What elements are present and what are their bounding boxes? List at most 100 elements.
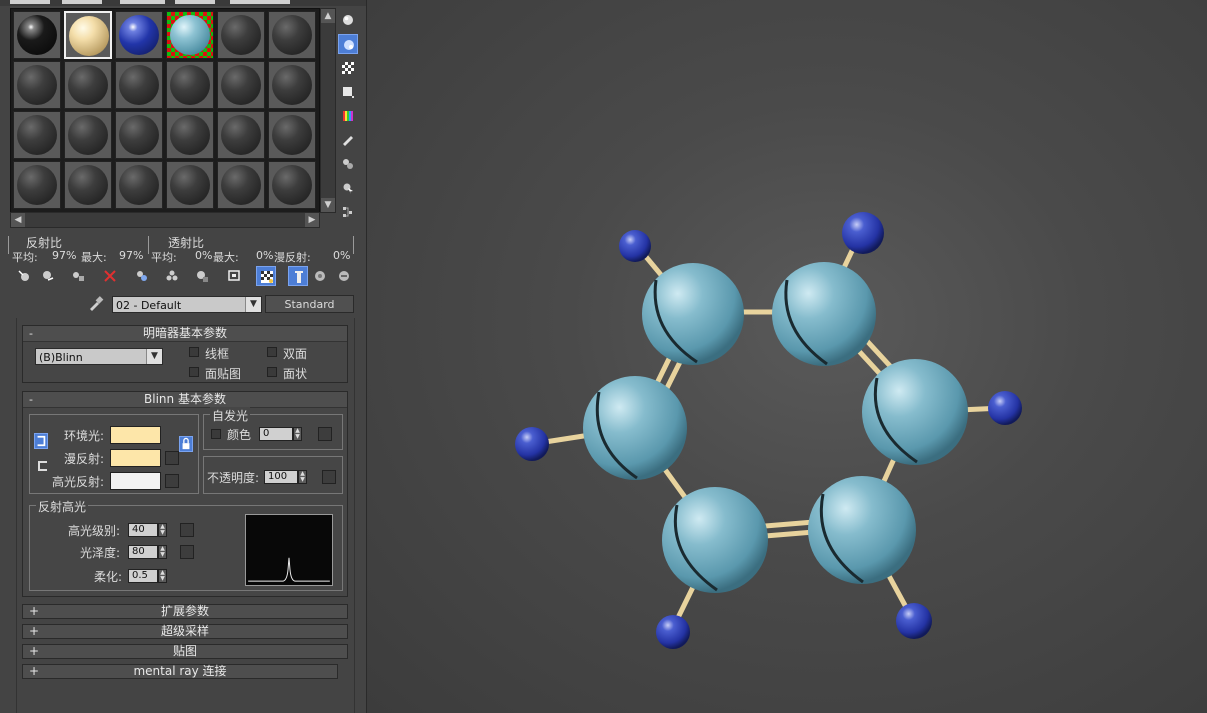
reset-icon[interactable]: [100, 266, 120, 286]
spinner-arrows-icon[interactable]: ▲ ▼: [293, 427, 302, 441]
specular-highlights-group: 反射高光 高光级别: 40 ▲ ▼ 光泽度: 80 ▲ ▼ 柔化: 0.5 ▲ ▼: [29, 498, 343, 591]
material-slot[interactable]: [268, 11, 316, 59]
material-slot[interactable]: [115, 11, 163, 59]
material-slot[interactable]: [166, 161, 214, 209]
self-illumination-group: 自发光 颜色 0 ▲ ▼: [203, 407, 343, 450]
options-icon[interactable]: [338, 154, 358, 174]
faceted-checkbox[interactable]: [267, 367, 277, 377]
material-slot[interactable]: [64, 11, 112, 59]
put-to-library-icon[interactable]: [192, 266, 212, 286]
specular-level-input[interactable]: 40: [128, 523, 158, 537]
viewport[interactable]: [367, 0, 1207, 713]
material-slot[interactable]: [268, 61, 316, 109]
material-slot[interactable]: [64, 111, 112, 159]
blinn-rollout-title: Blinn 基本参数: [144, 392, 226, 406]
material-slot[interactable]: [115, 161, 163, 209]
material-sample-sphere: [221, 115, 261, 155]
chevron-down-icon[interactable]: ▼: [245, 297, 261, 312]
eyedropper-icon[interactable]: [88, 295, 104, 311]
make-copy-icon[interactable]: [132, 266, 152, 286]
material-slot[interactable]: [13, 11, 61, 59]
material-slot[interactable]: [115, 61, 163, 109]
scroll-up-arrow-icon[interactable]: ▲: [321, 9, 335, 23]
soften-label: 柔化:: [94, 570, 123, 584]
video-color-icon[interactable]: [338, 106, 358, 126]
go-parent-icon[interactable]: [310, 266, 330, 286]
make-unique-icon[interactable]: [162, 266, 182, 286]
rollout-label: 超级采样: [160, 624, 209, 638]
blinn-rollout-header[interactable]: - Blinn 基本参数: [23, 392, 347, 408]
maps-rollout[interactable]: + 贴图: [22, 644, 348, 659]
spinner-arrows-icon[interactable]: ▲ ▼: [158, 523, 167, 537]
material-id-icon[interactable]: [224, 266, 244, 286]
two-sided-checkbox[interactable]: [267, 347, 277, 357]
diffuse-color-swatch[interactable]: [110, 449, 161, 467]
material-slot[interactable]: [115, 111, 163, 159]
self-illum-color-checkbox[interactable]: [211, 429, 221, 439]
glossiness-map-button[interactable]: [180, 545, 194, 559]
material-slot[interactable]: [217, 11, 265, 59]
specular-map-button[interactable]: [165, 474, 179, 488]
backlight-icon[interactable]: [338, 34, 358, 54]
face-map-checkbox[interactable]: [189, 367, 199, 377]
lock-diffuse-specular-icon[interactable]: [36, 459, 50, 473]
slots-horizontal-scrollbar[interactable]: ◀ ▶: [10, 212, 320, 228]
supersampling-rollout[interactable]: + 超级采样: [22, 624, 348, 639]
glossiness-input[interactable]: 80: [128, 545, 158, 559]
mental-ray-connection-rollout[interactable]: + mental ray 连接: [22, 664, 338, 679]
opacity-map-button[interactable]: [322, 470, 336, 484]
material-slot[interactable]: [217, 111, 265, 159]
specular-level-map-button[interactable]: [180, 523, 194, 537]
lock-ambient-diffuse-icon[interactable]: [34, 433, 48, 449]
scroll-down-arrow-icon[interactable]: ▼: [321, 198, 335, 212]
material-slot[interactable]: [166, 111, 214, 159]
material-slot[interactable]: [217, 61, 265, 109]
assign-material-icon[interactable]: [68, 266, 88, 286]
extended-params-rollout[interactable]: + 扩展参数: [22, 604, 348, 619]
slots-vertical-scrollbar[interactable]: ▲ ▼: [320, 8, 336, 213]
material-slot[interactable]: [166, 61, 214, 109]
shader-rollout-header[interactable]: - 明暗器基本参数: [23, 326, 347, 342]
hydrogen-atom: [896, 603, 932, 639]
spinner-arrows-icon[interactable]: ▲ ▼: [158, 569, 167, 583]
self-illum-map-button[interactable]: [318, 427, 332, 441]
scroll-left-arrow-icon[interactable]: ◀: [11, 213, 25, 227]
sample-type-icon[interactable]: [338, 10, 358, 30]
material-name-field[interactable]: 02 - Default ▼: [112, 296, 262, 313]
opacity-input[interactable]: 100: [264, 470, 298, 484]
select-by-material-icon[interactable]: [338, 178, 358, 198]
make-preview-icon[interactable]: [338, 130, 358, 150]
chevron-down-icon[interactable]: ▼: [146, 349, 162, 364]
shader-type-dropdown[interactable]: (B)Blinn ▼: [35, 348, 163, 365]
sample-uv-icon[interactable]: [338, 82, 358, 102]
spinner-arrows-icon[interactable]: ▲ ▼: [298, 470, 307, 484]
diffuse-map-button[interactable]: [165, 451, 179, 465]
material-slot[interactable]: [166, 11, 214, 59]
material-navigator-icon[interactable]: [338, 202, 358, 222]
show-end-result-icon[interactable]: [288, 266, 308, 286]
material-slot[interactable]: [217, 161, 265, 209]
material-type-button[interactable]: Standard: [265, 295, 354, 313]
show-map-icon[interactable]: [256, 266, 276, 286]
go-sibling-icon[interactable]: [334, 266, 354, 286]
material-slot[interactable]: [268, 111, 316, 159]
put-to-scene-icon[interactable]: [38, 266, 58, 286]
get-material-icon[interactable]: [14, 266, 34, 286]
blinn-basic-params-rollout: - Blinn 基本参数 环境光: 漫反射: 高光反射: 自发光 颜色 0 ▲ …: [22, 391, 348, 597]
opacity-group: 不透明度: 100 ▲ ▼: [203, 456, 343, 494]
soften-input[interactable]: 0.5: [128, 569, 158, 583]
material-slot[interactable]: [268, 161, 316, 209]
spinner-arrows-icon[interactable]: ▲ ▼: [158, 545, 167, 559]
material-slot[interactable]: [64, 161, 112, 209]
scroll-right-arrow-icon[interactable]: ▶: [305, 213, 319, 227]
material-slot[interactable]: [64, 61, 112, 109]
material-slot[interactable]: [13, 61, 61, 109]
self-illum-input[interactable]: 0: [259, 427, 293, 441]
wire-checkbox[interactable]: [189, 347, 199, 357]
material-slot[interactable]: [13, 161, 61, 209]
material-slot[interactable]: [13, 111, 61, 159]
background-icon[interactable]: [338, 58, 358, 78]
specular-color-swatch[interactable]: [110, 472, 161, 490]
lock-icon[interactable]: [179, 436, 193, 452]
ambient-color-swatch[interactable]: [110, 426, 161, 444]
